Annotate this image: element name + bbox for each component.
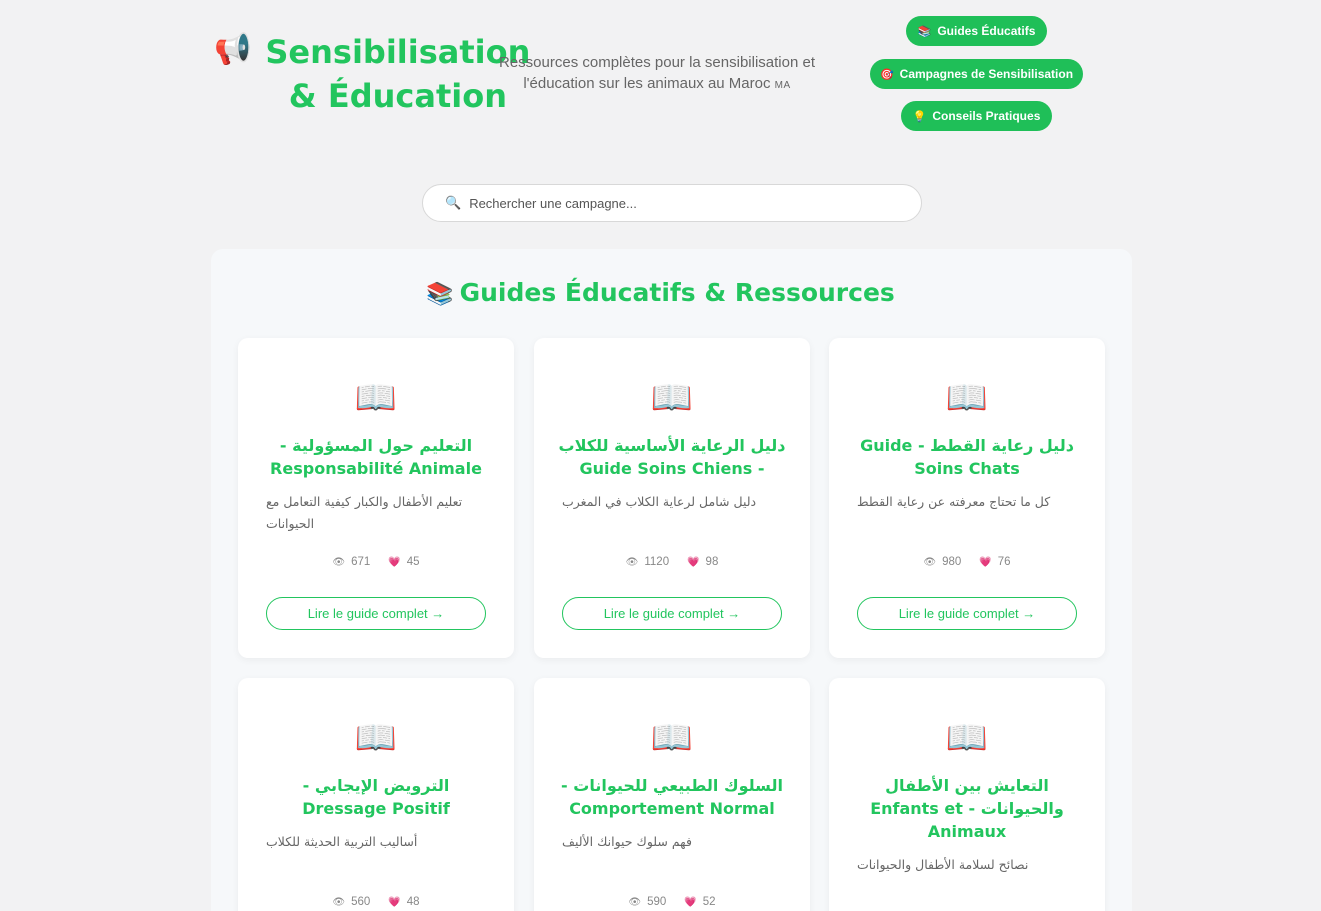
guide-description: دليل شامل لرعاية الكلاب في المغرب xyxy=(562,494,757,509)
nav-guides-button[interactable]: 📚 Guides Éducatifs xyxy=(906,16,1047,46)
views-count: 👁 590 xyxy=(628,896,666,908)
guide-title: التعليم حول المسؤولية - Responsabilité A… xyxy=(270,436,482,478)
guide-title: الترويض الإيجابي - Dressage Positif xyxy=(302,776,450,818)
page-tagline: Ressources complètes pour la sensibilisa… xyxy=(498,52,816,96)
brand: 📢 Sensibilisation & Éducation xyxy=(214,30,530,118)
nav-campaigns-label: Campagnes de Sensibilisation xyxy=(899,67,1074,81)
read-guide-button[interactable]: Lire le guide complet → xyxy=(562,597,782,630)
section-title: 📚 Guides Éducatifs & Ressources xyxy=(0,278,1321,307)
heart-icon: 💗 xyxy=(684,897,697,908)
books-icon: 📚 xyxy=(426,282,454,307)
open-book-icon: 📖 xyxy=(945,379,989,417)
open-book-icon: 📖 xyxy=(945,719,989,757)
likes-count: 💗 76 xyxy=(979,556,1010,568)
books-icon: 📚 xyxy=(917,25,932,38)
tagline-text: Ressources complètes pour la sensibilisa… xyxy=(499,54,815,92)
nav-guides-label: Guides Éducatifs xyxy=(937,24,1036,38)
heart-icon: 💗 xyxy=(979,557,992,568)
guide-description: كل ما تحتاج معرفته عن رعاية القطط xyxy=(857,494,1051,509)
search-input[interactable] xyxy=(469,195,890,211)
guide-stats: 👁 560 💗 48 xyxy=(238,896,514,908)
read-guide-button[interactable]: Lire le guide complet → xyxy=(266,597,486,630)
likes-value: 45 xyxy=(406,556,420,568)
guide-title: دليل الرعاية الأساسية للكلاب - Guide Soi… xyxy=(558,436,786,478)
target-icon: 🎯 xyxy=(879,68,894,81)
section-title-text: Guides Éducatifs & Ressources xyxy=(459,278,895,307)
read-guide-button[interactable]: Lire le guide complet → xyxy=(857,597,1077,630)
open-book-icon: 📖 xyxy=(354,719,398,757)
open-book-icon: 📖 xyxy=(354,379,398,417)
guide-card: 📖 الترويض الإيجابي - Dressage Positif أس… xyxy=(238,678,514,911)
page-header: 📢 Sensibilisation & Éducation Ressources… xyxy=(0,0,1321,170)
nav-tips-button[interactable]: 💡 Conseils Pratiques xyxy=(901,101,1052,131)
guide-card: 📖 التعليم حول المسؤولية - Responsabilité… xyxy=(238,338,514,658)
open-book-icon: 📖 xyxy=(650,379,694,417)
guide-description: نصائح لسلامة الأطفال والحيوانات xyxy=(857,857,1029,872)
guide-stats: 👁 590 💗 52 xyxy=(534,896,810,908)
heart-icon: 💗 xyxy=(388,557,401,568)
lightbulb-icon: 💡 xyxy=(912,110,927,123)
likes-value: 98 xyxy=(705,556,719,568)
views-value: 590 xyxy=(647,896,667,908)
page-title: Sensibilisation & Éducation xyxy=(265,33,531,115)
likes-value: 52 xyxy=(702,896,716,908)
guide-description: فهم سلوك حيوانك الأليف xyxy=(562,834,692,849)
guide-card: 📖 التعايش بين الأطفال والحيوانات - Enfan… xyxy=(829,678,1105,911)
eye-icon: 👁 xyxy=(332,897,346,908)
eye-icon: 👁 xyxy=(923,557,937,568)
heart-icon: 💗 xyxy=(687,557,700,568)
nav-tips-label: Conseils Pratiques xyxy=(932,109,1041,123)
search-bar[interactable]: 🔍 xyxy=(422,184,922,222)
megaphone-icon: 📢 xyxy=(214,33,252,66)
views-value: 671 xyxy=(351,556,371,568)
views-value: 1120 xyxy=(644,556,670,568)
search-icon: 🔍 xyxy=(445,195,462,210)
guide-description: تعليم الأطفال والكبار كيفية التعامل مع ا… xyxy=(266,494,463,531)
guide-title: التعايش بين الأطفال والحيوانات - Enfants… xyxy=(870,776,1064,841)
likes-value: 76 xyxy=(997,556,1011,568)
eye-icon: 👁 xyxy=(332,557,346,568)
guide-title: السلوك الطبيعي للحيوانات - Comportement … xyxy=(561,776,783,818)
open-book-icon: 📖 xyxy=(650,719,694,757)
views-count: 👁 671 xyxy=(332,556,370,568)
views-value: 980 xyxy=(942,556,962,568)
views-count: 👁 560 xyxy=(332,896,370,908)
guide-card: 📖 دليل رعاية القطط - Guide Soins Chats ك… xyxy=(829,338,1105,658)
guide-stats: 👁 1120 💗 98 xyxy=(534,556,810,568)
eye-icon: 👁 xyxy=(625,557,639,568)
likes-count: 💗 48 xyxy=(388,896,419,908)
guide-card: 📖 السلوك الطبيعي للحيوانات - Comportemen… xyxy=(534,678,810,911)
views-count: 👁 980 xyxy=(923,556,961,568)
likes-value: 48 xyxy=(406,896,420,908)
guide-title: دليل رعاية القطط - Guide Soins Chats xyxy=(860,436,1074,478)
nav-campaigns-button[interactable]: 🎯 Campagnes de Sensibilisation xyxy=(870,59,1083,89)
heart-icon: 💗 xyxy=(388,897,401,908)
guide-stats: 👁 671 💗 45 xyxy=(238,556,514,568)
guide-description: أساليب التربية الحديثة للكلاب xyxy=(266,834,418,849)
views-value: 560 xyxy=(351,896,371,908)
morocco-flag-icon: MA xyxy=(774,80,791,91)
likes-count: 💗 98 xyxy=(687,556,718,568)
views-count: 👁 1120 xyxy=(626,556,669,568)
guide-card: 📖 دليل الرعاية الأساسية للكلاب - Guide S… xyxy=(534,338,810,658)
eye-icon: 👁 xyxy=(628,897,642,908)
likes-count: 💗 52 xyxy=(684,896,715,908)
likes-count: 💗 45 xyxy=(388,556,419,568)
guide-stats: 👁 980 💗 76 xyxy=(829,556,1105,568)
